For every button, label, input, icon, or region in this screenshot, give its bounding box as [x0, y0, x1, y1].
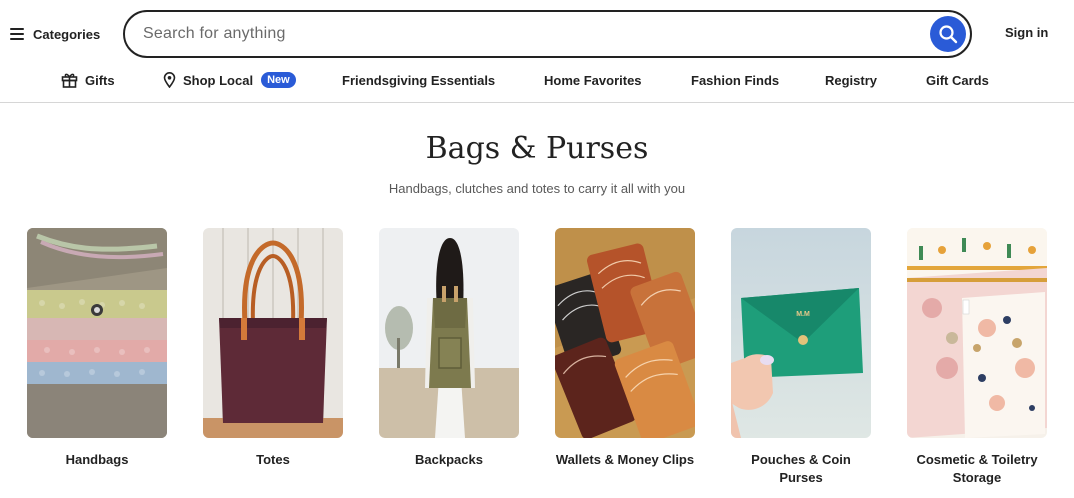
gift-icon: [61, 72, 78, 88]
category-label: Wallets & Money Clips: [555, 452, 695, 467]
hamburger-icon: [10, 28, 24, 40]
nav-item-gifts[interactable]: Gifts: [61, 68, 115, 92]
category-tile-backpacks[interactable]: Backpacks: [379, 228, 519, 469]
nav-item-home-favorites[interactable]: Home Favorites: [544, 68, 642, 92]
category-label: Totes: [256, 452, 290, 467]
nav-item-label: Shop Local: [183, 72, 254, 88]
cosmetic-storage-image: [907, 228, 1047, 438]
sign-in-link[interactable]: Sign in: [1005, 25, 1048, 40]
wallets-image: [555, 228, 695, 438]
nav-item-label: Friendsgiving Essentials: [342, 72, 496, 88]
category-label: Handbags: [65, 452, 129, 467]
backpacks-image: [379, 228, 519, 438]
page-subtitle: Handbags, clutches and totes to carry it…: [388, 181, 686, 196]
new-badge: New: [261, 72, 296, 88]
top-nav: Gifts Shop Local New Friendsgiving Essen…: [0, 68, 1074, 92]
category-tile-cosmetic[interactable]: Cosmetic & Toiletry Storage: [907, 228, 1047, 487]
nav-item-label: Gifts: [85, 72, 115, 88]
category-tile-totes[interactable]: Totes: [203, 228, 343, 469]
site-header: Categories Sign in Gifts: [0, 0, 1074, 103]
handbags-image: [27, 228, 167, 438]
nav-item-friendsgiving[interactable]: Friendsgiving Essentials: [342, 68, 495, 92]
nav-item-label: Fashion Finds: [691, 72, 780, 88]
nav-item-label: Registry: [825, 72, 878, 88]
nav-item-shop-local[interactable]: Shop Local New: [163, 68, 296, 92]
category-label: Backpacks: [415, 452, 483, 467]
category-tile-pouches[interactable]: M.M Pouches & Coin Purses: [731, 228, 871, 487]
category-label: Pouches & Coin Purses: [751, 452, 851, 485]
pouches-image: M.M: [731, 228, 871, 438]
category-tile-wallets[interactable]: Wallets & Money Clips: [555, 228, 695, 469]
search-icon: [939, 25, 958, 44]
search-button[interactable]: [930, 16, 966, 52]
search-bar: [123, 10, 972, 58]
category-label: Cosmetic & Toiletry Storage: [916, 452, 1038, 485]
nav-item-label: Gift Cards: [926, 72, 989, 88]
svg-text:M.M: M.M: [796, 311, 810, 318]
nav-item-gift-cards[interactable]: Gift Cards: [926, 68, 989, 92]
totes-image: [203, 228, 343, 438]
page-title: Bags & Purses: [425, 131, 649, 166]
nav-item-fashion-finds[interactable]: Fashion Finds: [691, 68, 779, 92]
categories-label: Categories: [33, 26, 101, 42]
categories-menu-button[interactable]: Categories: [10, 24, 100, 44]
category-tile-handbags[interactable]: Handbags: [27, 228, 167, 469]
location-pin-icon: [163, 72, 176, 88]
nav-item-registry[interactable]: Registry: [825, 68, 877, 92]
nav-item-label: Home Favorites: [544, 72, 642, 88]
search-input[interactable]: [143, 25, 903, 43]
